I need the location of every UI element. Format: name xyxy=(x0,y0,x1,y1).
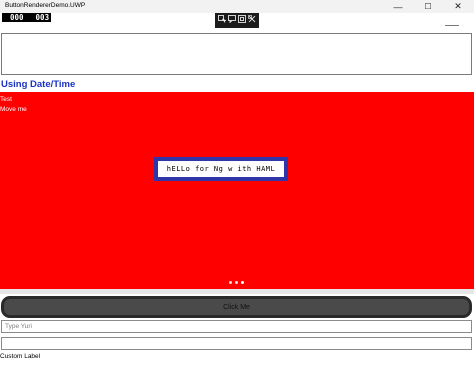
carousel-dot[interactable] xyxy=(235,281,238,284)
toolbar-collapse-handle[interactable] xyxy=(445,25,459,26)
custom-label: Custom Label xyxy=(0,353,41,360)
red-content-area xyxy=(0,92,474,289)
debug-toolbar xyxy=(215,13,459,28)
minimize-button[interactable]: — xyxy=(383,0,413,13)
title-bar: ButtonRendererDemo.UWP — ☐ ✕ xyxy=(0,0,474,13)
select-element-icon[interactable] xyxy=(218,15,226,23)
top-entry-field[interactable] xyxy=(1,33,472,75)
type-yuri-input[interactable] xyxy=(1,320,472,333)
frame-rate-counter: 000 003 xyxy=(2,13,51,22)
track-focus-icon[interactable] xyxy=(238,15,246,23)
carousel-indicators xyxy=(229,281,244,284)
click-me-button[interactable]: Click Me xyxy=(1,296,472,318)
carousel-dot-active[interactable] xyxy=(241,281,244,284)
second-entry-field[interactable] xyxy=(1,337,472,350)
divider xyxy=(0,289,474,294)
test-label: Test xyxy=(0,96,12,103)
html-label-frame: hELLo for Ng w ith HAML xyxy=(154,157,288,181)
carousel-dot[interactable] xyxy=(229,281,232,284)
section-title: Using Date/Time xyxy=(1,79,76,90)
display-layout-icon[interactable] xyxy=(228,15,236,23)
frame-rate-value: 000 xyxy=(10,13,24,22)
app-title: ButtonRendererDemo.UWP xyxy=(5,2,86,9)
maximize-button[interactable]: ☐ xyxy=(413,0,443,13)
close-button[interactable]: ✕ xyxy=(443,0,473,13)
binding-failures-icon[interactable] xyxy=(248,15,256,23)
html-label: hELLo for Ng w ith HAML xyxy=(158,161,284,177)
move-me-label[interactable]: Move me xyxy=(0,106,27,113)
frame-time-value: 003 xyxy=(35,13,50,22)
